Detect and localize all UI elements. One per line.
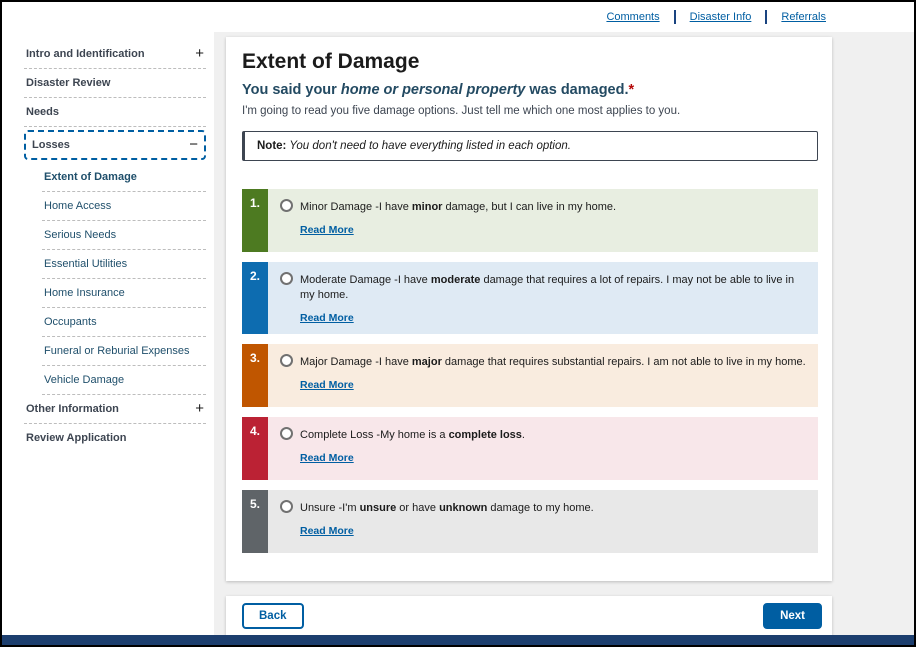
damage-option-row-4: 4. Complete Loss -My home is a complete … bbox=[242, 417, 818, 480]
sidebar-item-needs[interactable]: Needs bbox=[24, 98, 206, 127]
option-text: Unsure -I'm unsure or have unknown damag… bbox=[300, 501, 594, 516]
nav-separator bbox=[674, 10, 676, 24]
option-number-badge: 1. bbox=[242, 189, 268, 252]
read-more-link-1[interactable]: Read More bbox=[300, 224, 354, 236]
radio-option-3[interactable] bbox=[280, 354, 293, 367]
sidebar-item-home-access[interactable]: Home Access bbox=[42, 192, 206, 221]
damage-option-row-1: 1. Minor Damage -I have minor damage, bu… bbox=[242, 189, 818, 252]
option-body: Unsure -I'm unsure or have unknown damag… bbox=[268, 490, 818, 553]
sidebar-item-serious-needs[interactable]: Serious Needs bbox=[42, 221, 206, 250]
option-text: Moderate Damage -I have moderate damage … bbox=[300, 273, 806, 303]
option-number-badge: 3. bbox=[242, 344, 268, 407]
radio-option-2[interactable] bbox=[280, 272, 293, 285]
damage-option-row-5: 5. Unsure -I'm unsure or have unknown da… bbox=[242, 490, 818, 553]
sidebar-item-disaster-review[interactable]: Disaster Review bbox=[24, 69, 206, 98]
option-text: Major Damage -I have major damage that r… bbox=[300, 355, 806, 370]
sidebar-item-other-information[interactable]: Other Information + bbox=[24, 395, 206, 424]
page-title: Extent of Damage bbox=[242, 50, 818, 74]
damage-option-row-3: 3. Major Damage -I have major damage tha… bbox=[242, 344, 818, 407]
option-body: Minor Damage -I have minor damage, but I… bbox=[268, 189, 818, 252]
option-number-badge: 2. bbox=[242, 262, 268, 334]
sidebar-item-losses-focus-box: Losses − bbox=[24, 130, 206, 160]
sidebar-item-home-insurance[interactable]: Home Insurance bbox=[42, 279, 206, 308]
sidebar-item-extent-of-damage[interactable]: Extent of Damage bbox=[42, 163, 206, 192]
top-nav: Comments Disaster Info Referrals bbox=[2, 2, 914, 32]
sidebar-item-intro-and-identification[interactable]: Intro and Identification + bbox=[24, 40, 206, 69]
minus-icon[interactable]: − bbox=[189, 140, 198, 150]
sidebar-item-funeral-or-reburial-expenses[interactable]: Funeral or Reburial Expenses bbox=[42, 337, 206, 366]
link-referrals[interactable]: Referrals bbox=[781, 11, 826, 23]
option-body: Complete Loss -My home is a complete los… bbox=[268, 417, 818, 480]
damage-option-row-2: 2. Moderate Damage -I have moderate dama… bbox=[242, 262, 818, 334]
main-content-area: Extent of Damage You said your home or p… bbox=[214, 32, 914, 635]
back-button[interactable]: Back bbox=[242, 603, 304, 629]
option-body: Moderate Damage -I have moderate damage … bbox=[268, 262, 818, 334]
option-text: Minor Damage -I have minor damage, but I… bbox=[300, 200, 616, 215]
sidebar-item-essential-utilities[interactable]: Essential Utilities bbox=[42, 250, 206, 279]
read-more-link-5[interactable]: Read More bbox=[300, 525, 354, 537]
sidebar-item-review-application[interactable]: Review Application bbox=[24, 424, 206, 452]
read-more-link-2[interactable]: Read More bbox=[300, 312, 354, 324]
plus-icon[interactable]: + bbox=[195, 49, 204, 59]
page-subtitle: You said your home or personal property … bbox=[242, 82, 818, 98]
nav-separator bbox=[765, 10, 767, 24]
footer-strip bbox=[2, 635, 914, 645]
option-text: Complete Loss -My home is a complete los… bbox=[300, 428, 525, 443]
extent-of-damage-card: Extent of Damage You said your home or p… bbox=[226, 37, 832, 581]
plus-icon[interactable]: + bbox=[195, 404, 204, 414]
next-button[interactable]: Next bbox=[763, 603, 822, 629]
link-disaster-info[interactable]: Disaster Info bbox=[690, 11, 752, 23]
option-body: Major Damage -I have major damage that r… bbox=[268, 344, 818, 407]
sidebar-item-losses[interactable]: Losses − bbox=[30, 132, 200, 158]
sidebar-item-occupants[interactable]: Occupants bbox=[42, 308, 206, 337]
app-window: Comments Disaster Info Referrals Intro a… bbox=[0, 0, 916, 647]
sidebar-nav: Intro and Identification + Disaster Revi… bbox=[2, 32, 214, 635]
note-box: Note: You don't need to have everything … bbox=[242, 131, 818, 161]
sidebar-item-vehicle-damage[interactable]: Vehicle Damage bbox=[42, 366, 206, 395]
read-more-link-4[interactable]: Read More bbox=[300, 452, 354, 464]
intro-text: I'm going to read you five damage option… bbox=[242, 105, 818, 117]
read-more-link-3[interactable]: Read More bbox=[300, 379, 354, 391]
option-number-badge: 5. bbox=[242, 490, 268, 553]
link-comments[interactable]: Comments bbox=[606, 11, 659, 23]
radio-option-5[interactable] bbox=[280, 500, 293, 513]
radio-option-4[interactable] bbox=[280, 427, 293, 440]
body: Intro and Identification + Disaster Revi… bbox=[2, 32, 914, 635]
radio-option-1[interactable] bbox=[280, 199, 293, 212]
form-navigation-bar: Back Next bbox=[226, 596, 832, 635]
option-number-badge: 4. bbox=[242, 417, 268, 480]
